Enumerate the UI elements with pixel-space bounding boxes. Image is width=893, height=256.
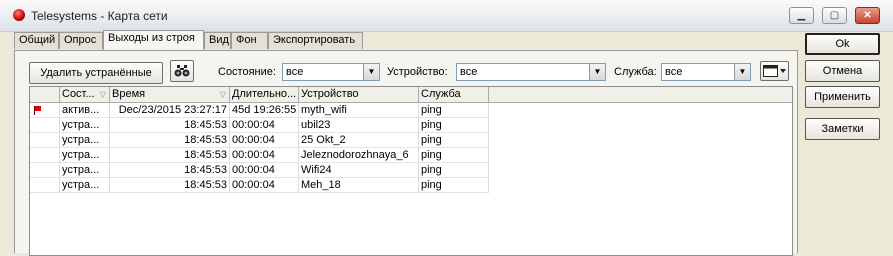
tab-view[interactable]: Вид xyxy=(204,32,231,49)
cancel-button[interactable]: Отмена xyxy=(805,60,880,82)
minimize-button[interactable]: ▁ xyxy=(789,7,814,24)
row-flag-cell xyxy=(30,178,60,193)
app-icon xyxy=(13,9,25,21)
table-row[interactable]: устра... 18:45:53 00:00:04 Jeleznodorozhnay… xyxy=(30,148,792,163)
column-header-time[interactable]: Время ▽ xyxy=(110,87,230,102)
cell-service: ping xyxy=(419,163,489,178)
cell-device: ubil23 xyxy=(299,118,419,133)
binoculars-icon[interactable] xyxy=(170,60,194,82)
cell-state: устра... xyxy=(60,148,110,163)
cell-service: ping xyxy=(419,118,489,133)
cell-time: 18:45:53 xyxy=(110,148,230,163)
chevron-down-icon[interactable]: ▼ xyxy=(734,64,750,80)
row-flag-cell xyxy=(30,133,60,148)
tab-polling[interactable]: Опрос xyxy=(59,32,103,49)
cell-service: ping xyxy=(419,178,489,193)
state-select-value: все xyxy=(286,66,304,78)
row-flag-cell xyxy=(30,163,60,178)
sort-icon: ▽ xyxy=(99,90,106,99)
cell-duration: 00:00:04 xyxy=(230,163,299,178)
column-header-duration[interactable]: Длительно... xyxy=(230,87,299,102)
cell-duration: 00:00:04 xyxy=(230,118,299,133)
cell-service: ping xyxy=(419,133,489,148)
notes-button[interactable]: Заметки xyxy=(805,118,880,140)
device-select-value: все xyxy=(460,66,478,78)
ok-button[interactable]: Ok xyxy=(805,33,880,55)
columns-icon[interactable] xyxy=(760,61,789,81)
cell-device: myth_wifi xyxy=(299,103,419,118)
cell-time: 18:45:53 xyxy=(110,178,230,193)
device-label: Устройство: xyxy=(387,66,448,78)
cell-state: устра... xyxy=(60,178,110,193)
tab-general[interactable]: Общий xyxy=(14,32,59,49)
cell-state: устра... xyxy=(60,133,110,148)
column-header-service[interactable]: Служба xyxy=(419,87,489,102)
chevron-down-icon[interactable]: ▼ xyxy=(589,64,605,80)
outages-table[interactable]: Сост... ▽ Время ▽ Длительно... Устройство … xyxy=(29,86,793,256)
chevron-down-icon[interactable]: ▼ xyxy=(363,64,379,80)
close-button[interactable]: ✕ xyxy=(855,7,880,24)
state-select[interactable]: все ▼ xyxy=(282,63,380,81)
table-row[interactable]: устра... 18:45:53 00:00:04 Wifi24 ping xyxy=(30,163,792,178)
column-header-flag[interactable] xyxy=(30,87,60,102)
cell-state: актив... xyxy=(60,103,110,118)
table-row[interactable]: устра... 18:45:53 00:00:04 ubil23 ping xyxy=(30,118,792,133)
tab-outages[interactable]: Выходы из строя xyxy=(103,30,204,50)
flag-icon xyxy=(34,106,41,115)
column-header-device[interactable]: Устройство xyxy=(299,87,419,102)
cell-time: 18:45:53 xyxy=(110,163,230,178)
cell-time: 18:45:53 xyxy=(110,133,230,148)
window-title: Telesystems - Карта сети xyxy=(31,9,168,23)
cell-duration: 00:00:04 xyxy=(230,133,299,148)
remove-resolved-button[interactable]: Удалить устранённые xyxy=(29,62,163,84)
tab-export[interactable]: Экспортировать xyxy=(268,32,363,49)
cell-state: устра... xyxy=(60,163,110,178)
service-select-value: все xyxy=(665,66,683,78)
cell-device: Wifi24 xyxy=(299,163,419,178)
table-row[interactable]: актив... Dec/23/2015 23:27:17 45d 19:26:55… xyxy=(30,103,792,118)
service-select[interactable]: все ▼ xyxy=(661,63,751,81)
table-row[interactable]: устра... 18:45:53 00:00:04 Meh_18 ping xyxy=(30,178,792,193)
table-row[interactable]: устра... 18:45:53 00:00:04 25 Okt_2 ping xyxy=(30,133,792,148)
title-bar: Telesystems - Карта сети ▁ ▢ ✕ xyxy=(0,0,893,32)
cell-service: ping xyxy=(419,148,489,163)
row-flag-cell xyxy=(30,103,60,118)
cell-duration: 45d 19:26:55 xyxy=(230,103,299,118)
row-flag-cell xyxy=(30,118,60,133)
restore-button[interactable]: ▢ xyxy=(822,7,847,24)
outages-panel: Удалить устранённые Состояние: все ▼ Уст… xyxy=(14,50,798,256)
state-label: Состояние: xyxy=(218,66,276,78)
apply-button[interactable]: Применить xyxy=(805,86,880,108)
cell-duration: 00:00:04 xyxy=(230,178,299,193)
device-select[interactable]: все ▼ xyxy=(456,63,606,81)
sort-icon: ▽ xyxy=(219,90,226,99)
cell-device: 25 Okt_2 xyxy=(299,133,419,148)
cell-duration: 00:00:04 xyxy=(230,148,299,163)
table-header: Сост... ▽ Время ▽ Длительно... Устройство … xyxy=(30,87,792,103)
cell-time: 18:45:53 xyxy=(110,118,230,133)
cell-time: Dec/23/2015 23:27:17 xyxy=(110,103,230,118)
cell-state: устра... xyxy=(60,118,110,133)
cell-device: Meh_18 xyxy=(299,178,419,193)
cell-service: ping xyxy=(419,103,489,118)
cell-device: Jeleznodorozhnaya_6 xyxy=(299,148,419,163)
column-header-state[interactable]: Сост... ▽ xyxy=(60,87,110,102)
row-flag-cell xyxy=(30,148,60,163)
tab-background[interactable]: Фон xyxy=(231,32,268,49)
service-label: Служба: xyxy=(614,66,657,78)
